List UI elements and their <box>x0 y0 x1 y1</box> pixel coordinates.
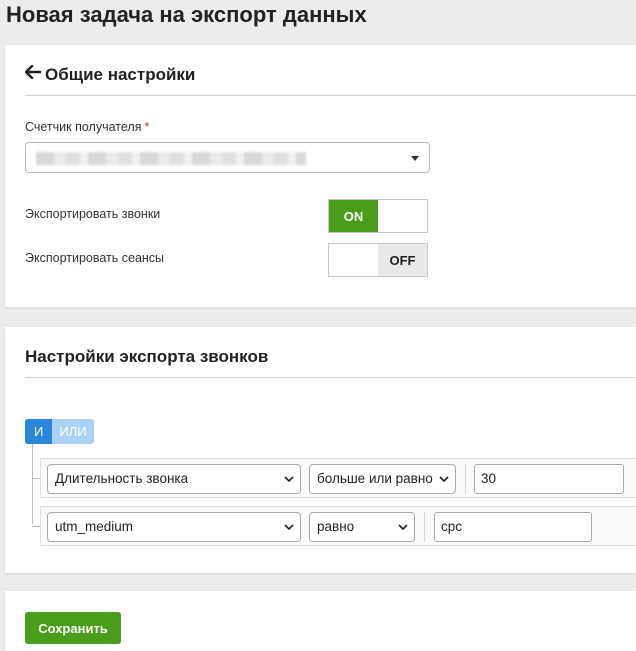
redacted-value <box>36 152 306 165</box>
condition-operator-select[interactable]: больше или равно <box>309 464 456 494</box>
toggle-handle <box>378 200 427 232</box>
recipient-counter-label: Счетчик получателя * <box>25 120 150 134</box>
save-button[interactable]: Сохранить <box>25 612 121 644</box>
export-sessions-label: Экспортировать сеансы <box>25 251 165 265</box>
actions-panel: Сохранить <box>5 591 636 651</box>
condition-operator-select[interactable]: равно <box>309 512 415 542</box>
export-calls-toggle[interactable]: ON <box>328 199 428 233</box>
condition-separator <box>424 512 425 542</box>
export-calls-label: Экспортировать звонки <box>25 207 161 221</box>
chevron-down-icon <box>284 476 294 483</box>
chevron-down-icon <box>398 524 408 531</box>
chevron-down-icon <box>439 476 449 483</box>
export-sessions-toggle[interactable]: OFF <box>328 243 428 277</box>
required-mark: * <box>144 120 150 134</box>
condition-value-input[interactable]: cpc <box>434 512 592 542</box>
condition-field-select[interactable]: utm_medium <box>47 512 301 542</box>
condition-separator <box>465 464 466 494</box>
condition-tree-line <box>32 444 33 524</box>
back-arrow-icon[interactable] <box>24 64 42 84</box>
calls-export-panel: Настройки экспорта звонков И ИЛИ Длитель… <box>5 327 636 573</box>
caret-down-icon <box>411 156 419 161</box>
logic-and-button[interactable]: И <box>25 419 53 444</box>
logic-or-button[interactable]: ИЛИ <box>52 419 94 444</box>
calls-export-heading: Настройки экспорта звонков <box>25 347 636 378</box>
general-settings-panel: Общие настройки Счетчик получателя * Эксп… <box>5 45 636 307</box>
recipient-counter-select[interactable] <box>25 142 430 173</box>
toggle-handle <box>329 244 378 276</box>
export-calls-toggle-state: ON <box>329 200 378 232</box>
condition-value-input[interactable]: 30 <box>474 464 624 494</box>
general-settings-title: Общие настройки <box>45 65 196 84</box>
chevron-down-icon <box>284 524 294 531</box>
condition-row: Длительность звонка больше или равно 30 <box>40 458 636 498</box>
export-sessions-toggle-state: OFF <box>378 244 427 276</box>
condition-field-select[interactable]: Длительность звонка <box>47 464 301 494</box>
general-settings-heading: Общие настройки <box>24 64 636 96</box>
page-title: Новая задача на экспорт данных <box>6 2 367 27</box>
logic-operator-group: И ИЛИ <box>25 419 94 444</box>
condition-row: utm_medium равно cpc <box>40 506 636 546</box>
